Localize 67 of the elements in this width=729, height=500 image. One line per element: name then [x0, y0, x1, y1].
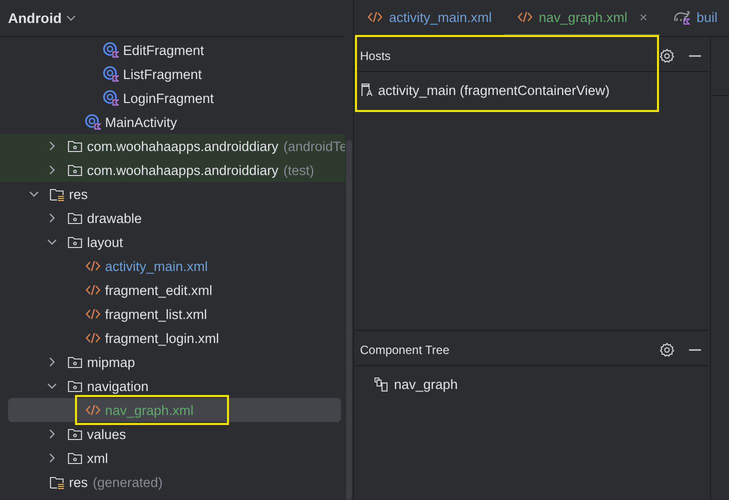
- tree-item-label[interactable]: activity_main.xml: [105, 258, 208, 274]
- tree-item-label[interactable]: ListFragment: [123, 66, 202, 82]
- editor-tab[interactable]: nav_graph.xml ×: [504, 0, 660, 36]
- folder-icon: [67, 234, 83, 250]
- class-icon: [103, 90, 119, 106]
- tree-item-label[interactable]: drawable: [87, 210, 142, 226]
- folder-icon: [67, 354, 83, 370]
- chevron-down-icon[interactable]: [47, 381, 57, 391]
- tree-item-label[interactable]: res: [69, 474, 88, 490]
- chevron-down-icon[interactable]: [47, 237, 57, 247]
- folder-icon: [67, 210, 83, 226]
- tree-item-label[interactable]: fragment_login.xml: [105, 330, 220, 346]
- chevron-down-icon[interactable]: [66, 13, 76, 23]
- host-item[interactable]: activity_main (fragmentContainerView): [378, 82, 610, 98]
- class-icon: [103, 42, 119, 58]
- resource-folder-icon: [49, 474, 65, 490]
- chevron-down-icon[interactable]: [29, 189, 39, 199]
- xml-file-icon: [85, 282, 101, 298]
- folder-icon: [67, 450, 83, 466]
- tree-item-label[interactable]: mipmap: [87, 354, 136, 370]
- tree-item-hint: (test): [283, 162, 314, 178]
- settings-icon[interactable]: [659, 342, 675, 358]
- chevron-right-icon[interactable]: [47, 429, 57, 439]
- layout-file-icon: [360, 82, 374, 98]
- class-icon: [85, 114, 101, 130]
- xml-file-icon: [85, 402, 101, 418]
- tree-item-label[interactable]: xml: [87, 450, 108, 466]
- resource-folder-icon: [49, 186, 65, 202]
- tree-item-label[interactable]: layout: [87, 234, 124, 250]
- nav-graph-icon: [374, 376, 390, 392]
- scrollbar-thumb[interactable]: [346, 140, 352, 500]
- chevron-right-icon[interactable]: [47, 213, 57, 223]
- tree-item-label[interactable]: com.woohahaapps.androiddiary: [87, 162, 278, 178]
- tree-item-label[interactable]: fragment_list.xml: [105, 306, 208, 322]
- tree-item-hint: (androidTe: [283, 138, 348, 154]
- tree-item-label[interactable]: fragment_edit.xml: [105, 282, 212, 298]
- chevron-right-icon[interactable]: [47, 141, 57, 151]
- close-tab-button[interactable]: ×: [639, 9, 648, 25]
- chevron-right-icon[interactable]: [47, 165, 57, 175]
- class-icon: [103, 66, 119, 82]
- tree-item-label[interactable]: com.woohahaapps.androiddiary: [87, 138, 278, 154]
- chevron-right-icon[interactable]: [47, 453, 57, 463]
- folder-icon: [67, 378, 83, 394]
- tree-item-label[interactable]: LoginFragment: [123, 90, 214, 106]
- tree-item-label[interactable]: EditFragment: [123, 42, 204, 58]
- xml-file-icon: [516, 9, 533, 25]
- folder-icon: [67, 162, 83, 178]
- panel-title: Component Tree: [360, 342, 450, 356]
- xml-file-icon: [85, 306, 101, 322]
- component-tree-item[interactable]: nav_graph: [394, 376, 458, 392]
- editor-tab[interactable]: buil: [660, 0, 729, 36]
- settings-icon[interactable]: [659, 48, 675, 64]
- tree-item-label[interactable]: res: [69, 186, 88, 202]
- tree-item-label[interactable]: MainActivity: [105, 114, 178, 130]
- elephant-icon: [672, 9, 691, 25]
- xml-file-icon: [85, 258, 101, 274]
- editor-tab[interactable]: activity_main.xml: [354, 0, 504, 36]
- folder-icon: [67, 426, 83, 442]
- panel-title: Hosts: [360, 48, 392, 62]
- xml-file-icon: [367, 9, 383, 25]
- project-view-title[interactable]: Android: [8, 10, 62, 26]
- tree-item-label[interactable]: values: [87, 426, 126, 442]
- tree-item-label[interactable]: navigation: [87, 378, 149, 394]
- chevron-right-icon[interactable]: [47, 357, 57, 367]
- tree-item-hint: (generated): [92, 474, 163, 490]
- xml-file-icon: [85, 330, 101, 346]
- folder-icon: [67, 138, 83, 154]
